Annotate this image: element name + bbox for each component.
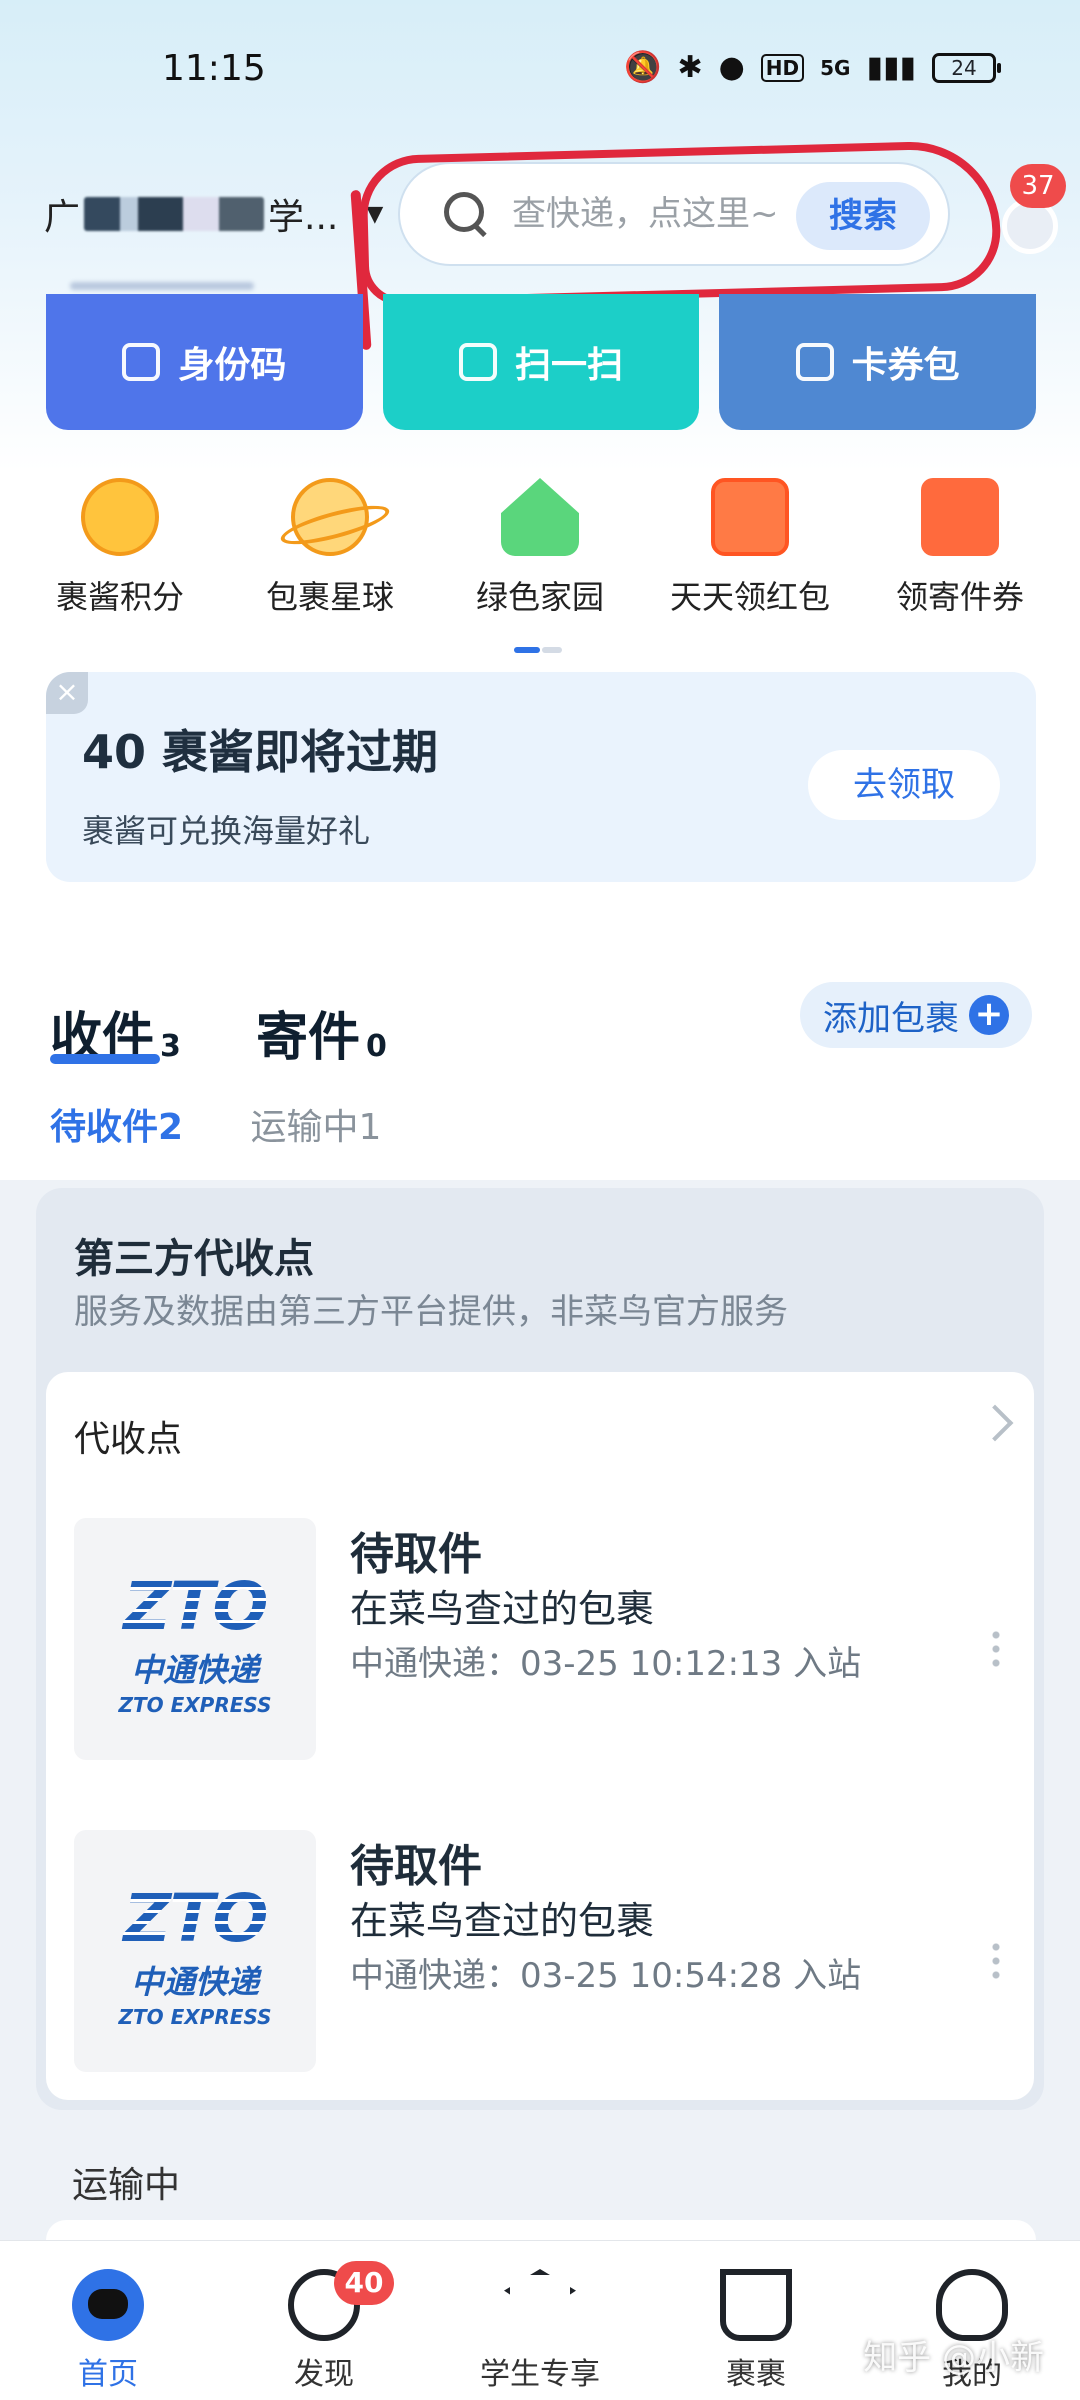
tab-send[interactable]: 寄件 0 — [256, 995, 387, 1070]
package-item[interactable]: ZTO 中通快递 ZTO EXPRESS 待取件 在菜鸟查过的包裹 中通快递：0… — [74, 1830, 1014, 2072]
location-suffix: 学... — [268, 197, 339, 238]
graduation-cap-icon — [504, 2269, 576, 2334]
location-prefix: 广 — [44, 197, 81, 238]
third-party-desc: 服务及数据由第三方平台提供，非菜鸟官方服务 — [74, 1292, 788, 1332]
service-points[interactable]: 裹酱积分 — [20, 478, 220, 618]
promo-title: 40 裹酱即将过期 — [82, 725, 439, 779]
nav-discover-label: 发现 — [294, 2357, 354, 2392]
nav-guoguo-label: 裹裹 — [726, 2357, 786, 2392]
service-label: 包裹星球 — [265, 578, 394, 616]
subtab-pending[interactable]: 待收件2 — [50, 1107, 183, 1148]
promo-subtitle: 裹酱可兑换海量好礼 — [82, 812, 371, 850]
tab-send-count: 0 — [366, 1029, 387, 1064]
mute-bell-icon: 🔕 — [624, 50, 662, 85]
quick-actions: 身份码 扫一扫 卡券包 — [46, 294, 1037, 430]
third-party-title: 第三方代收点 — [74, 1236, 314, 1282]
status-time: 11:15 — [162, 48, 266, 89]
location-icon: ● — [718, 50, 745, 85]
plus-icon: + — [969, 995, 1009, 1035]
zto-logo-mark: ZTO — [74, 1568, 316, 1645]
third-party-card: 第三方代收点 服务及数据由第三方平台提供，非菜鸟官方服务 代收点 ZTO 中通快… — [36, 1188, 1044, 2110]
active-tab-indicator — [50, 1054, 160, 1064]
service-red-packet[interactable]: 天天领红包 — [650, 478, 850, 618]
status-icons: 🔕 ✱ ● HD 5G ▮▮▮ 24 — [624, 50, 1001, 85]
message-badge: 37 — [1010, 164, 1066, 208]
zto-logo-mark: ZTO — [74, 1880, 316, 1957]
red-packet-icon — [711, 478, 789, 556]
nav-guoguo[interactable]: 裹裹 — [648, 2241, 864, 2400]
more-vertical-icon[interactable] — [992, 1940, 1000, 1980]
home-icon — [72, 2269, 144, 2341]
chevron-right-icon[interactable] — [976, 1404, 1014, 1442]
card-wallet-label: 卡券包 — [851, 345, 960, 386]
discover-badge: 40 — [334, 2261, 394, 2305]
claim-button[interactable]: 去领取 — [808, 750, 1000, 820]
service-label: 裹酱积分 — [55, 578, 184, 616]
service-label: 天天领红包 — [669, 578, 830, 616]
nav-home-label: 首页 — [78, 2357, 138, 2392]
bluetooth-icon: ✱ — [677, 50, 703, 85]
page-indicator — [514, 638, 566, 653]
pickup-point-card: 代收点 ZTO 中通快递 ZTO EXPRESS 待取件 在菜鸟查过的包裹 中通… — [46, 1372, 1034, 2100]
message-button[interactable]: 37 — [996, 162, 1066, 254]
hd-icon: HD — [760, 53, 805, 82]
red-annotation-circle — [358, 139, 1002, 307]
basket-icon — [720, 2269, 792, 2341]
promo-banner: × 40 裹酱即将过期 裹酱可兑换海量好礼 去领取 — [46, 672, 1036, 882]
pickup-point-header[interactable]: 代收点 — [74, 1410, 182, 1462]
sub-tabs: 待收件2 运输中1 — [50, 1098, 437, 1150]
nav-student[interactable]: 学生专享 — [432, 2241, 648, 2400]
package-status: 待取件 — [350, 1529, 482, 1580]
battery-icon: 24 — [932, 52, 1001, 83]
package-info: 中通快递：03-25 10:12:13 入站 — [350, 1644, 862, 1684]
planet-icon — [291, 478, 369, 556]
service-label: 绿色家园 — [475, 578, 604, 616]
zto-logo-en: ZTO EXPRESS — [118, 2005, 272, 2029]
coupon-icon — [921, 478, 999, 556]
signal-bars-icon: ▮▮▮ — [866, 50, 916, 85]
service-label: 领寄件券 — [895, 578, 1024, 616]
service-grid: 裹酱积分 包裹星球 绿色家园 天天领红包 领寄件券 — [20, 478, 1060, 618]
id-code-icon — [122, 343, 161, 381]
service-green-home[interactable]: 绿色家园 — [440, 478, 640, 618]
zto-logo-en: ZTO EXPRESS — [118, 1693, 272, 1717]
id-code-button[interactable]: 身份码 — [46, 294, 363, 430]
close-icon[interactable]: × — [46, 672, 88, 714]
package-desc: 在菜鸟查过的包裹 — [350, 1899, 655, 1943]
nav-student-label: 学生专享 — [480, 2357, 600, 2392]
add-package-label: 添加包裹 — [823, 998, 959, 1039]
zto-logo-cn: 中通快递 — [130, 1963, 259, 2001]
tab-receive-count: 3 — [160, 1029, 181, 1064]
location-redacted — [84, 197, 265, 231]
location-selector[interactable]: 广 学... ▼ — [44, 188, 383, 240]
transit-section-title: 运输中 — [72, 2165, 181, 2206]
tab-send-label: 寄件 — [256, 1008, 361, 1068]
subtab-transit[interactable]: 运输中1 — [251, 1107, 382, 1148]
scan-icon — [459, 343, 497, 381]
more-vertical-icon[interactable] — [992, 1628, 1000, 1668]
scan-button[interactable]: 扫一扫 — [382, 294, 700, 430]
zto-logo: ZTO 中通快递 ZTO EXPRESS — [74, 1518, 316, 1760]
signal-5g-icon: 5G — [820, 55, 851, 80]
package-item[interactable]: ZTO 中通快递 ZTO EXPRESS 待取件 在菜鸟查过的包裹 中通快递：0… — [74, 1518, 1014, 1760]
service-planet[interactable]: 包裹星球 — [230, 478, 430, 618]
id-code-label: 身份码 — [178, 345, 287, 386]
location-underline — [70, 282, 254, 290]
nav-discover[interactable]: 40 发现 — [216, 2241, 432, 2400]
status-bar: 11:15 🔕 ✱ ● HD 5G ▮▮▮ 24 — [0, 48, 1080, 108]
zto-logo-cn: 中通快递 — [130, 1651, 259, 1689]
nav-home[interactable]: 首页 — [0, 2241, 216, 2400]
service-coupon[interactable]: 领寄件券 — [860, 478, 1060, 618]
smiley-icon — [81, 478, 159, 556]
card-wallet-button[interactable]: 卡券包 — [719, 294, 1037, 430]
scan-label: 扫一扫 — [515, 345, 624, 386]
package-desc: 在菜鸟查过的包裹 — [350, 1587, 655, 1631]
package-info: 中通快递：03-25 10:54:28 入站 — [350, 1956, 862, 1996]
green-house-icon — [501, 478, 579, 556]
watermark: 知乎 @小新 — [863, 2338, 1044, 2378]
zto-logo: ZTO 中通快递 ZTO EXPRESS — [74, 1830, 316, 2072]
wallet-icon — [795, 343, 834, 381]
add-package-button[interactable]: 添加包裹 + — [800, 982, 1032, 1048]
package-status: 待取件 — [350, 1841, 482, 1892]
